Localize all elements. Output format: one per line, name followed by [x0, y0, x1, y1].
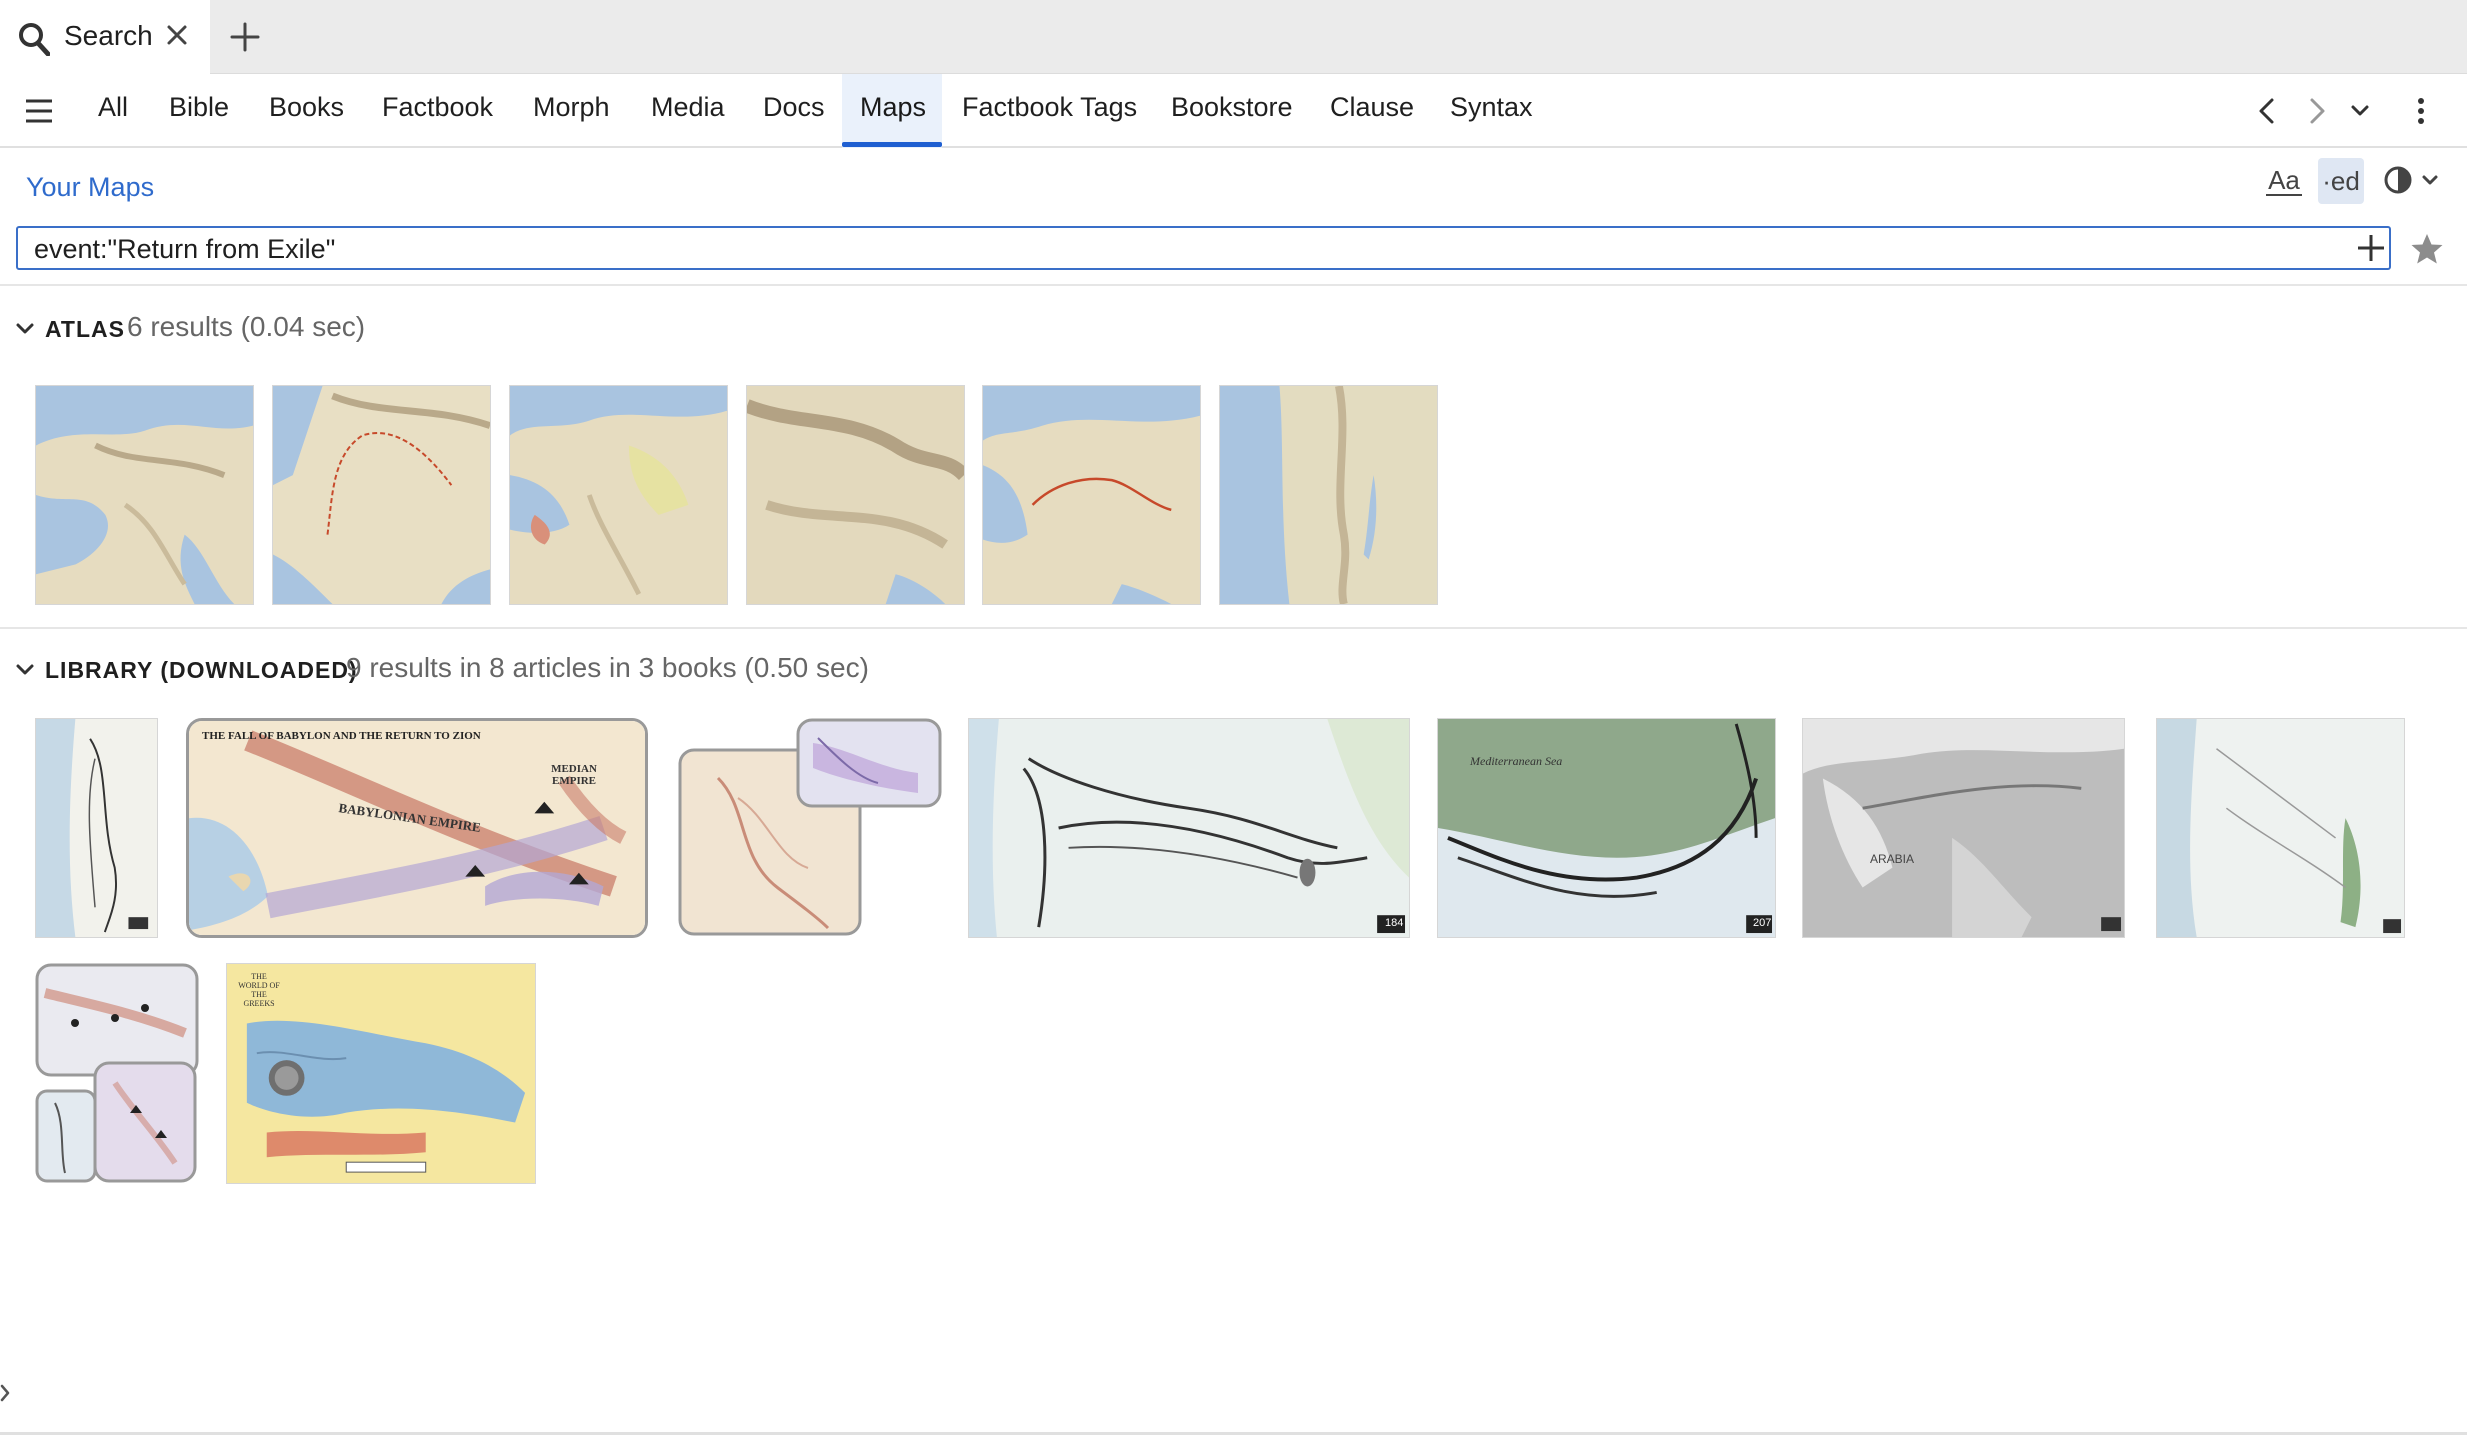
tab-clause[interactable]: Clause — [1330, 92, 1414, 123]
tab-factbook[interactable]: Factbook — [382, 92, 493, 123]
atlas-map-thumbnail[interactable] — [509, 385, 728, 605]
close-icon[interactable] — [162, 20, 192, 50]
inflection-icon[interactable]: ·ed — [2318, 158, 2364, 204]
divider — [0, 284, 2467, 286]
nav-bar: All Bible Books Factbook Morph Media Doc… — [0, 74, 2467, 148]
tab-docs[interactable]: Docs — [763, 92, 825, 123]
hamburger-icon[interactable] — [24, 96, 54, 126]
search-input[interactable]: event:"Return from Exile" — [16, 226, 2391, 270]
collapse-atlas-chevron-icon[interactable] — [14, 318, 36, 340]
atlas-map-thumbnail[interactable] — [746, 385, 965, 605]
map-label: ARABIA — [1870, 852, 1915, 866]
chevron-down-icon[interactable] — [2345, 96, 2375, 126]
library-map-thumbnail[interactable] — [1802, 718, 2125, 938]
map-label: Mediterranean Sea — [1470, 754, 1563, 768]
library-map-thumbnail[interactable] — [678, 718, 942, 938]
divider — [0, 627, 2467, 629]
library-map-thumbnail[interactable] — [186, 718, 648, 938]
map-caption: THE FALL OF BABYLON AND THE RETURN TO ZI… — [202, 730, 481, 742]
atlas-map-thumbnail[interactable] — [35, 385, 254, 605]
tab-maps[interactable]: Maps — [860, 92, 926, 123]
plus-icon[interactable] — [228, 20, 262, 54]
library-map-thumbnail[interactable] — [35, 963, 199, 1184]
search-icon — [19, 23, 50, 56]
tab-morph[interactable]: Morph — [533, 92, 610, 123]
tab-factbook-tags[interactable]: Factbook Tags — [962, 92, 1137, 123]
your-maps-link[interactable]: Your Maps — [26, 172, 154, 203]
atlas-map-thumbnail[interactable] — [1219, 385, 1438, 605]
search-query: event:"Return from Exile" — [34, 234, 336, 264]
tab-all[interactable]: All — [98, 92, 128, 123]
tab-syntax[interactable]: Syntax — [1450, 92, 1533, 123]
tab-bible[interactable]: Bible — [169, 92, 229, 123]
map-page-number: 184 — [1385, 917, 1404, 929]
tab-strip: Search — [0, 0, 2467, 74]
contrast-icon[interactable] — [2382, 162, 2442, 202]
library-section-title[interactable]: LIBRARY (DOWNLOADED) — [45, 657, 358, 684]
collapse-library-chevron-icon[interactable] — [14, 659, 36, 681]
star-icon[interactable] — [2410, 232, 2444, 266]
atlas-section-title[interactable]: ATLAS — [45, 316, 125, 343]
bottom-border — [0, 1432, 2467, 1435]
chevron-right-icon[interactable] — [2302, 96, 2332, 126]
map-page-number: 207 — [1753, 917, 1772, 929]
tab-bookstore[interactable]: Bookstore — [1171, 92, 1293, 123]
atlas-map-thumbnail[interactable] — [272, 385, 491, 605]
atlas-result-count: 6 results (0.04 sec) — [127, 311, 366, 342]
library-map-thumbnail[interactable] — [2156, 718, 2405, 938]
atlas-map-thumbnail[interactable] — [982, 385, 1201, 605]
library-result-count: 9 results in 8 articles in 3 books (0.50… — [346, 652, 869, 683]
library-map-thumbnail[interactable] — [1437, 718, 1776, 938]
map-label: MEDIAN EMPIRE — [551, 763, 597, 787]
library-map-thumbnail[interactable] — [35, 718, 158, 938]
side-panel-handle-icon[interactable] — [0, 1378, 16, 1408]
search-tab[interactable]: Search — [0, 0, 210, 74]
tab-books[interactable]: Books — [269, 92, 344, 123]
active-tab-underline — [842, 142, 942, 147]
library-map-thumbnail[interactable] — [968, 718, 1410, 938]
tab-title: Search — [64, 20, 153, 51]
map-caption: THE WORLD OF THE GREEKS — [238, 972, 280, 1008]
chevron-left-icon[interactable] — [2252, 96, 2282, 126]
add-criteria-icon[interactable] — [2355, 232, 2387, 264]
font-size-icon[interactable]: Aa — [2266, 166, 2302, 196]
more-vertical-icon[interactable] — [2406, 96, 2436, 126]
tab-media[interactable]: Media — [651, 92, 725, 123]
